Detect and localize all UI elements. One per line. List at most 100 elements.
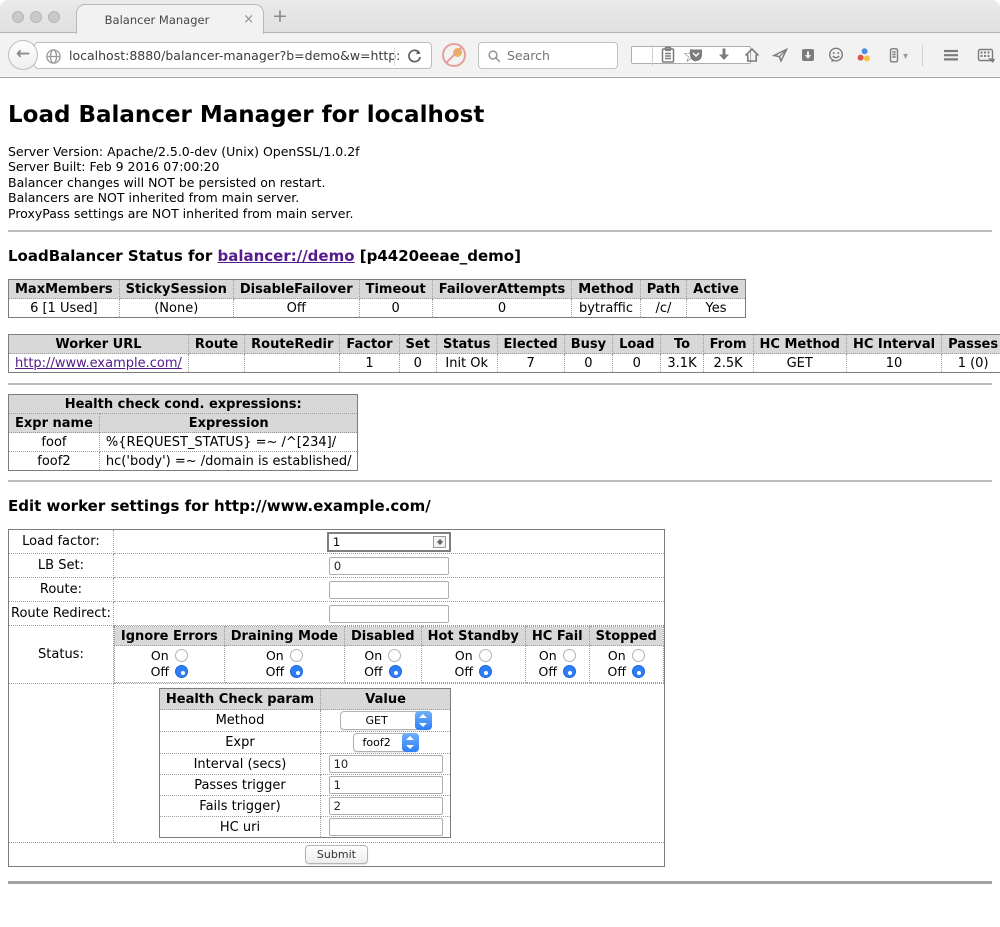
table-row: foof %{REQUEST_STATUS} =~ /^[234]/ [9, 433, 358, 452]
stopped-on-radio[interactable] [632, 649, 645, 662]
table-header-row: Expr name Expression [9, 414, 358, 433]
status-label: Status: [9, 626, 114, 684]
col-stopped: Stopped [589, 627, 663, 646]
server-version: Server Version: Apache/2.5.0-dev (Unix) … [8, 144, 992, 159]
tab-title: Balancer Manager [77, 13, 237, 27]
method-label: Method [159, 710, 320, 732]
site-identity-globe-icon[interactable] [45, 48, 62, 65]
extension-colors-icon[interactable] [854, 46, 874, 66]
hc-expressions-table: Health check cond. expressions: Expr nam… [8, 394, 358, 471]
load-factor-input[interactable]: 1 [327, 532, 451, 552]
form-row-submit: Submit [9, 843, 665, 867]
save-page-icon[interactable] [798, 46, 818, 66]
home-icon[interactable] [742, 46, 762, 66]
url-input[interactable] [69, 44, 399, 67]
col-active: Active [687, 280, 746, 299]
passes-label: Passes trigger [159, 775, 320, 796]
pocket-icon[interactable] [686, 46, 706, 66]
search-bar[interactable] [478, 42, 618, 69]
menu-icon[interactable] [941, 46, 961, 66]
col-factor: Factor [340, 335, 399, 354]
cell-stickysession: (None) [119, 299, 233, 318]
col-ignore-errors: Ignore Errors [114, 627, 224, 646]
method-select[interactable]: GET [340, 711, 432, 730]
route-redirect-input[interactable] [329, 605, 449, 623]
status-table: Ignore Errors Draining Mode Disabled Hot… [114, 626, 664, 683]
off-label: Off [608, 664, 626, 679]
battery-panel-dropdown-icon[interactable]: ▾ [903, 51, 908, 62]
draining-mode-on-radio[interactable] [290, 649, 303, 662]
tab-close-icon[interactable]: × [243, 12, 254, 27]
on-label: On [266, 648, 284, 663]
keyboard-grid-icon[interactable] [975, 46, 995, 66]
balancer-link[interactable]: balancer://demo [217, 247, 354, 265]
new-tab-button[interactable]: + [272, 5, 288, 27]
stopped-off-radio[interactable] [632, 665, 645, 678]
back-button[interactable]: ← [8, 40, 38, 70]
disabled-on-radio[interactable] [388, 649, 401, 662]
load-factor-label: Load factor: [9, 530, 114, 554]
page-title: Load Balancer Manager for localhost [8, 78, 992, 128]
cell-load: 0 [613, 354, 661, 373]
worker-url-link[interactable]: http://www.example.com/ [15, 356, 182, 371]
cell-disablefailover: Off [233, 299, 359, 318]
url-bar[interactable] [34, 42, 432, 69]
disabled-off-radio[interactable] [389, 665, 402, 678]
divider [8, 480, 992, 482]
interval-input[interactable] [329, 755, 443, 773]
battery-panel-icon[interactable] [884, 46, 904, 66]
hot-standby-off-radio[interactable] [479, 665, 492, 678]
col-method: Method [572, 280, 640, 299]
submit-button[interactable]: Submit [305, 845, 368, 864]
ignore-errors-on-radio[interactable] [175, 649, 188, 662]
feedback-smiley-icon[interactable] [826, 46, 846, 66]
toolbar-separator [922, 45, 923, 66]
col-stickysession: StickySession [119, 280, 233, 299]
cell-path: /c/ [640, 299, 686, 318]
number-spinner-icon[interactable] [433, 536, 446, 548]
content-blocker-icon[interactable] [442, 43, 466, 67]
table-row: foof2 hc('body') =~ /domain is establish… [9, 452, 358, 471]
ignore-errors-off-radio[interactable] [175, 665, 188, 678]
on-label: On [608, 648, 626, 663]
edit-worker-heading: Edit worker settings for http://www.exam… [8, 497, 992, 515]
reading-list-icon[interactable] [658, 46, 678, 66]
hc-uri-input[interactable] [329, 818, 443, 836]
hc-fail-off-radio[interactable] [563, 665, 576, 678]
hc-fail-on-radio[interactable] [563, 649, 576, 662]
search-input[interactable] [507, 44, 612, 67]
form-row-route: Route: [9, 578, 665, 602]
table-header-row: Worker URL Route RouteRedir Factor Set S… [9, 335, 1000, 354]
balancer-status-heading: LoadBalancer Status for balancer://demo … [8, 247, 992, 265]
interval-label: Interval (secs) [159, 754, 320, 775]
route-input[interactable] [329, 581, 449, 599]
draining-mode-off-radio[interactable] [290, 665, 303, 678]
window-close-button[interactable] [12, 11, 24, 23]
reload-icon[interactable] [406, 48, 423, 65]
col-hot-standby: Hot Standby [421, 627, 525, 646]
divider [8, 881, 992, 884]
search-icon [487, 49, 502, 64]
window-minimize-button[interactable] [30, 11, 42, 23]
on-label: On [151, 648, 169, 663]
fails-input[interactable] [329, 797, 443, 815]
browser-window: Balancer Manager × + ← ☆ [0, 0, 1000, 927]
heading-suffix: [p4420eeae_demo] [355, 247, 521, 265]
tab-balancer-manager[interactable]: Balancer Manager × [76, 4, 264, 34]
cell-method: bytraffic [572, 299, 640, 318]
form-row-lb-set: LB Set: [9, 554, 665, 578]
lb-set-input[interactable] [329, 557, 449, 575]
cell-status: Init Ok [436, 354, 497, 373]
server-info: Server Version: Apache/2.5.0-dev (Unix) … [8, 144, 992, 221]
cell-route [188, 354, 244, 373]
hot-standby-on-radio[interactable] [479, 649, 492, 662]
on-label: On [364, 648, 382, 663]
col-elected: Elected [497, 335, 564, 354]
passes-input[interactable] [329, 776, 443, 794]
downloads-icon[interactable] [714, 46, 734, 66]
window-zoom-button[interactable] [48, 11, 60, 23]
cell-set: 0 [399, 354, 436, 373]
status-header-row: Ignore Errors Draining Mode Disabled Hot… [114, 627, 663, 646]
send-tab-icon[interactable] [770, 46, 790, 66]
expr-select[interactable]: foof2 [353, 733, 419, 752]
